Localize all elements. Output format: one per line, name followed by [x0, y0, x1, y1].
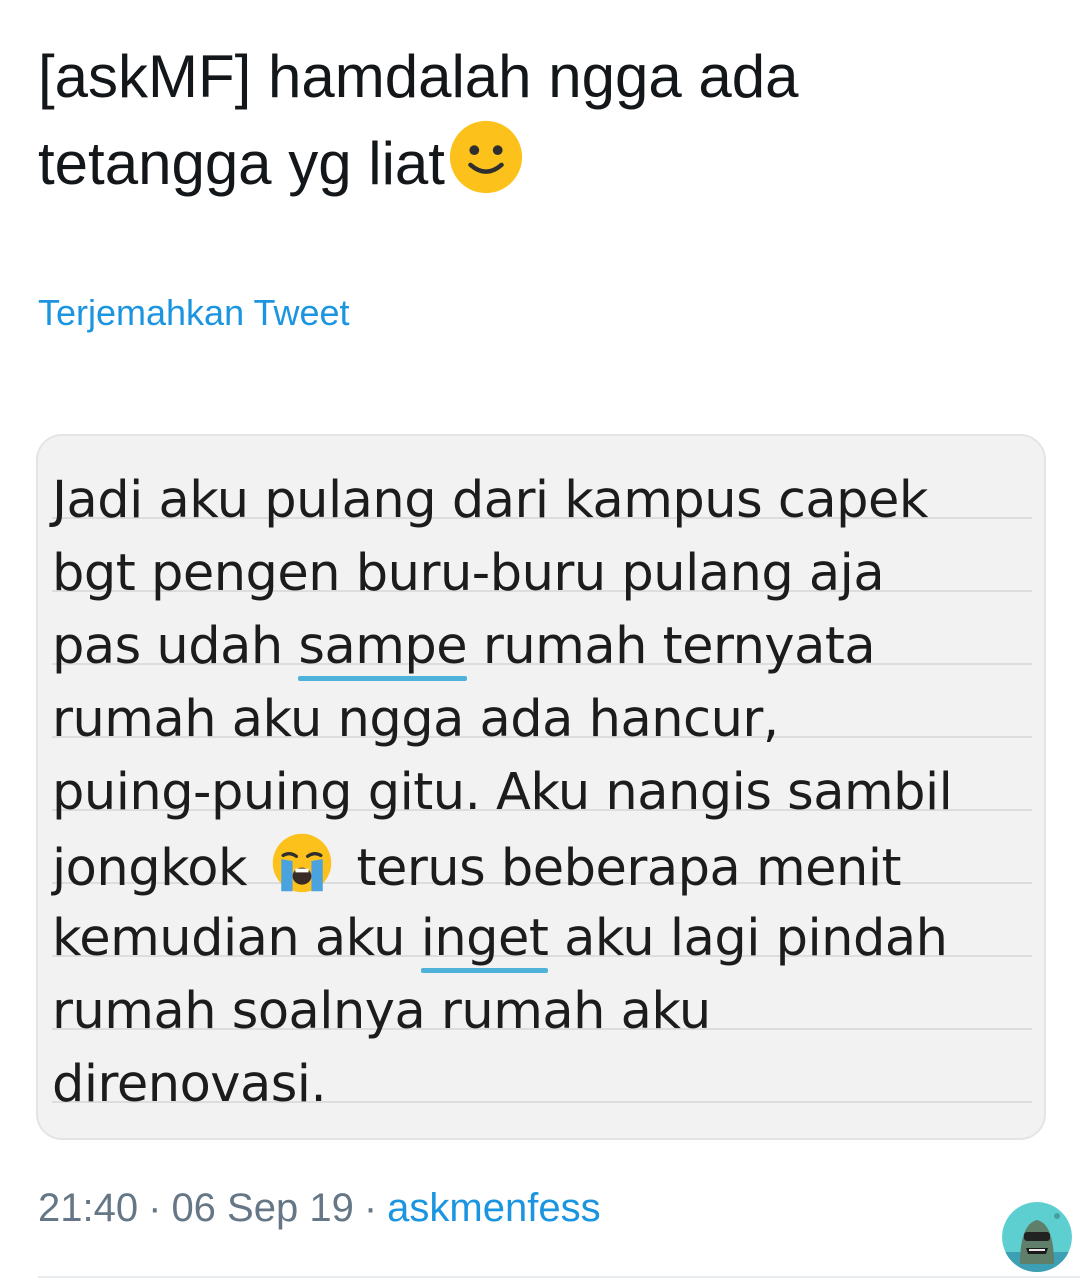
smiling-face-icon: [449, 120, 523, 194]
tweet-source-link[interactable]: askmenfess: [387, 1186, 600, 1230]
note-line: jongkok terus beberapa menit: [52, 829, 1042, 902]
note-fragment: aku lagi pindah: [548, 909, 948, 968]
note-fragment: kemudian aku: [52, 909, 421, 968]
note-text: Jadi aku pulang dari kampus capek bgt pe…: [52, 464, 1042, 1121]
spellcheck-word: sampe: [298, 610, 468, 683]
tweet-media-image[interactable]: Jadi aku pulang dari kampus capek bgt pe…: [36, 434, 1046, 1140]
note-line: Jadi aku pulang dari kampus capek: [52, 471, 928, 530]
note-line: rumah soalnya rumah aku: [52, 982, 711, 1041]
meta-separator: ·: [148, 1186, 162, 1230]
note-line: kemudian aku inget aku lagi pindah: [52, 902, 1042, 975]
note-line: pas udah sampe rumah ternyata: [52, 610, 1042, 683]
note-line: direnovasi.: [52, 1055, 327, 1114]
tweet-text: [askMF] hamdalah ngga ada tetangga yg li…: [38, 36, 1038, 205]
note-fragment: rumah ternyata: [467, 617, 876, 676]
loudly-crying-face-icon: [272, 833, 331, 893]
avatar-character-icon: [1002, 1202, 1072, 1272]
spellcheck-word: inget: [420, 902, 549, 975]
note-fragment: pas udah: [52, 617, 299, 676]
note-line: puing-puing gitu. Aku nangis sambil: [52, 763, 953, 822]
note-fragment: terus beberapa menit: [340, 839, 901, 898]
divider: [38, 1276, 1080, 1278]
translate-tweet-link[interactable]: Terjemahkan Tweet: [38, 292, 350, 334]
meta-separator: ·: [363, 1186, 378, 1230]
note-fragment: jongkok: [52, 839, 263, 898]
note-line: bgt pengen buru-buru pulang aja: [52, 544, 885, 603]
tweet-time: 21:40: [38, 1186, 139, 1230]
tweet-meta: 21:40 · 06 Sep 19 · askmenfess: [38, 1186, 601, 1231]
tweet-text-content: [askMF] hamdalah ngga ada tetangga yg li…: [38, 43, 799, 197]
note-line: rumah aku ngga ada hancur,: [52, 690, 779, 749]
avatar[interactable]: [1002, 1202, 1072, 1272]
tweet-date: 06 Sep 19: [171, 1186, 354, 1230]
